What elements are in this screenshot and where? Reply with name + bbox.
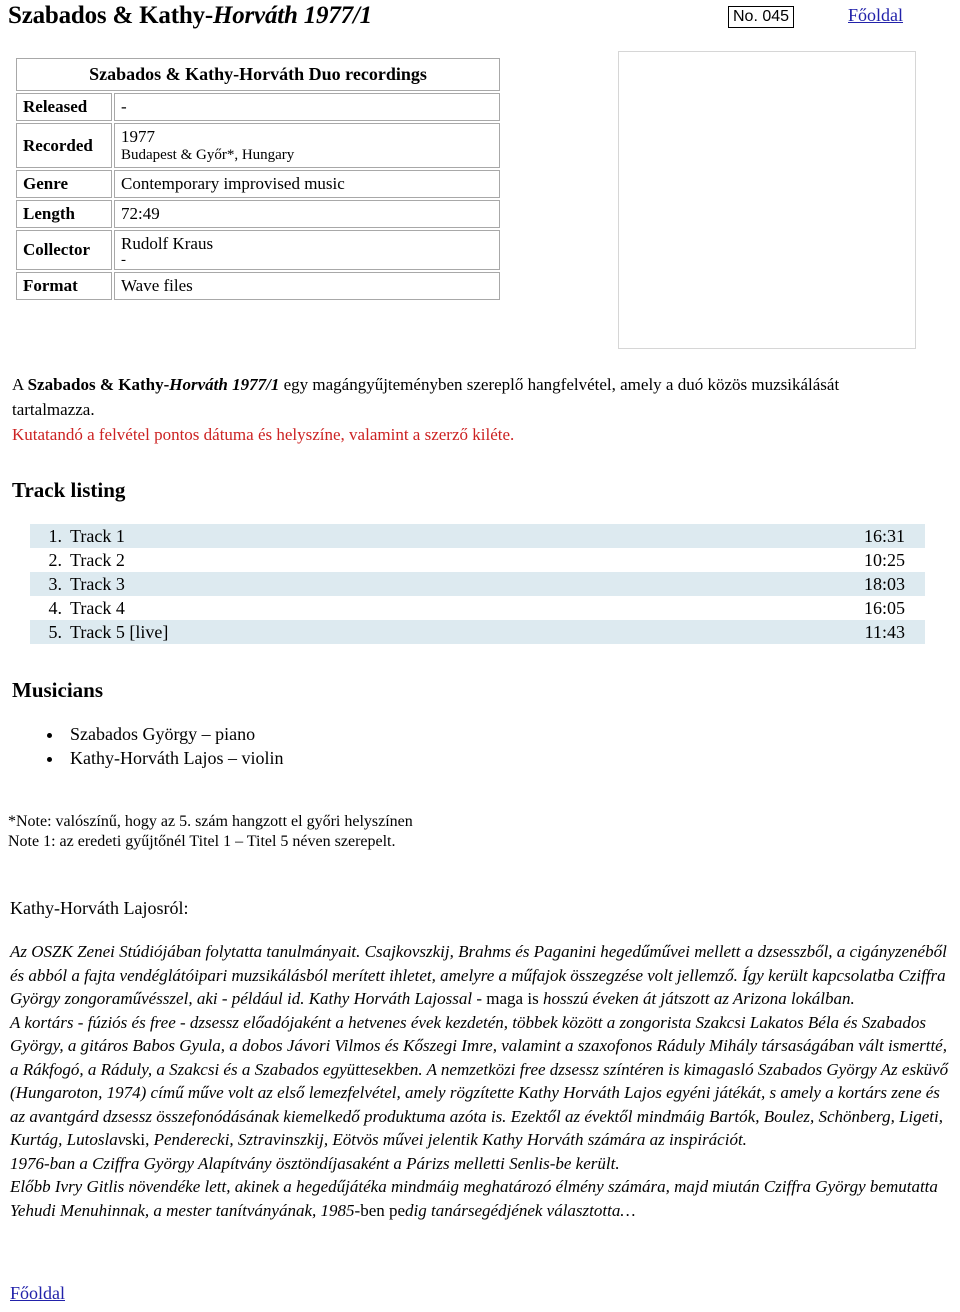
description-lead: A	[12, 375, 28, 394]
notes-block: *Note: valószínű, hogy az 5. szám hangzo…	[8, 812, 413, 852]
biography-paragraph-3: 1976-ban a Cziffra György Alapítvány ösz…	[10, 1153, 620, 1173]
track-number: 3.	[48, 574, 63, 594]
page-header: Szabados & Kathy-Horváth 1977/1 No. 045 …	[0, 0, 960, 40]
label-length: Length	[16, 200, 112, 228]
biography-body: Az OSZK Zenei Stúdiójában folytatta tanu…	[10, 940, 950, 1222]
track-number: 1.	[48, 526, 63, 546]
track-number: 5.	[48, 622, 63, 642]
page-title: Szabados & Kathy-Horváth 1977/1	[8, 2, 372, 30]
label-released: Released	[16, 93, 112, 121]
home-link-top[interactable]: Főoldal	[848, 5, 903, 26]
label-collector: Collector	[16, 230, 112, 270]
bio-p4-upright: ben pe	[360, 1200, 406, 1220]
cover-image-placeholder	[618, 51, 916, 349]
track-number: 4.	[48, 598, 63, 618]
note-asterisk: *Note: valószínű, hogy az 5. szám hangzo…	[8, 813, 413, 830]
recording-info-table: Szabados & Kathy-Horváth Duo recordings …	[14, 56, 502, 302]
track-duration: 10:25	[863, 550, 905, 570]
list-item: Szabados György – piano	[64, 722, 283, 746]
list-item: 2. Track 2 10:25	[30, 548, 925, 572]
biography-paragraph-4: Előbb Ivry Gitlis növendéke lett, akinek…	[10, 1175, 950, 1222]
value-genre: Contemporary improvised music	[114, 170, 500, 198]
biography-paragraph-1: Az OSZK Zenei Stúdiójában folytatta tanu…	[10, 940, 950, 1011]
table-row: Format Wave files	[16, 272, 500, 300]
list-item: 5. Track 5 [live] 11:43	[30, 620, 925, 644]
track-title: Track 4	[70, 598, 125, 618]
musician-list: Szabados György – piano Kathy-Horváth La…	[36, 722, 283, 770]
catalog-number-badge: No. 045	[728, 6, 795, 28]
value-format: Wave files	[114, 272, 500, 300]
track-duration: 11:43	[864, 622, 905, 642]
list-item: 1. Track 1 16:31	[30, 524, 925, 548]
note-one: Note 1: az eredeti gyűjtőnél Titel 1 – T…	[8, 833, 396, 850]
track-title: Track 2	[70, 550, 125, 570]
list-item: Kathy-Horváth Lajos – violin	[64, 746, 283, 770]
list-item: 4. Track 4 16:05	[30, 596, 925, 620]
bio-p1-upright: maga is	[486, 989, 539, 1008]
biography-heading: Kathy-Horváth Lajosról:	[10, 898, 189, 918]
table-row: Collector Rudolf Kraus -	[16, 230, 500, 270]
description-title-italic: Horváth 1977/1	[169, 375, 280, 394]
value-collector-name: Rudolf Kraus	[121, 234, 214, 253]
bio-p2-a: A kortárs - fúziós és free - dzsessz elő…	[10, 1012, 949, 1150]
page-title-roman: Szabados & Kathy-	[8, 2, 213, 29]
description-research-note: Kutatandó a felvétel pontos dátuma és he…	[12, 425, 515, 444]
track-duration: 16:05	[863, 598, 905, 618]
table-row: Genre Contemporary improvised music	[16, 170, 500, 198]
table-row: Recorded 1977 Budapest & Győr*, Hungary	[16, 123, 500, 168]
description-title-bold: Szabados & Kathy-	[27, 375, 170, 394]
track-title: Track 5 [live]	[70, 622, 169, 642]
bio-p1-b: hosszú éveken át játszott az Arizona lok…	[538, 989, 855, 1008]
track-number: 2.	[48, 550, 63, 570]
label-recorded: Recorded	[16, 123, 112, 168]
value-recorded: 1977 Budapest & Győr*, Hungary	[114, 123, 500, 168]
track-listing-heading: Track listing	[12, 478, 126, 502]
track-title: Track 3	[70, 574, 125, 594]
value-length: 72:49	[114, 200, 500, 228]
bio-p4-b: dig tanársegédjének választotta…	[405, 1200, 636, 1220]
value-recorded-place: Budapest & Győr*, Hungary	[121, 147, 295, 163]
value-released: -	[114, 93, 500, 121]
list-item: 3. Track 3 18:03	[30, 572, 925, 596]
home-link-bottom[interactable]: Főoldal	[10, 1283, 65, 1304]
track-duration: 16:31	[863, 526, 905, 546]
page-title-italic: Horváth 1977/1	[212, 2, 372, 29]
table-row: Length 72:49	[16, 200, 500, 228]
info-table-caption: Szabados & Kathy-Horváth Duo recordings	[16, 58, 500, 91]
bio-p2-b: Penderecki, Sztravinszkij, Eötvös művei …	[149, 1130, 747, 1149]
label-format: Format	[16, 272, 112, 300]
value-recorded-year: 1977	[121, 127, 155, 146]
track-duration: 18:03	[863, 574, 905, 594]
track-title: Track 1	[70, 526, 125, 546]
bio-p2-upright: ski,	[125, 1130, 150, 1149]
table-row-caption: Szabados & Kathy-Horváth Duo recordings	[16, 58, 500, 91]
table-row: Released -	[16, 93, 500, 121]
musicians-heading: Musicians	[12, 678, 104, 702]
description-paragraph: A Szabados & Kathy-Horváth 1977/1 egy ma…	[12, 372, 912, 447]
biography-paragraph-2: A kortárs - fúziós és free - dzsessz elő…	[10, 1011, 950, 1152]
value-collector-extra: -	[121, 252, 126, 268]
track-list: 1. Track 1 16:31 2. Track 2 10:25 3. Tra…	[30, 524, 925, 644]
value-collector: Rudolf Kraus -	[114, 230, 500, 270]
label-genre: Genre	[16, 170, 112, 198]
